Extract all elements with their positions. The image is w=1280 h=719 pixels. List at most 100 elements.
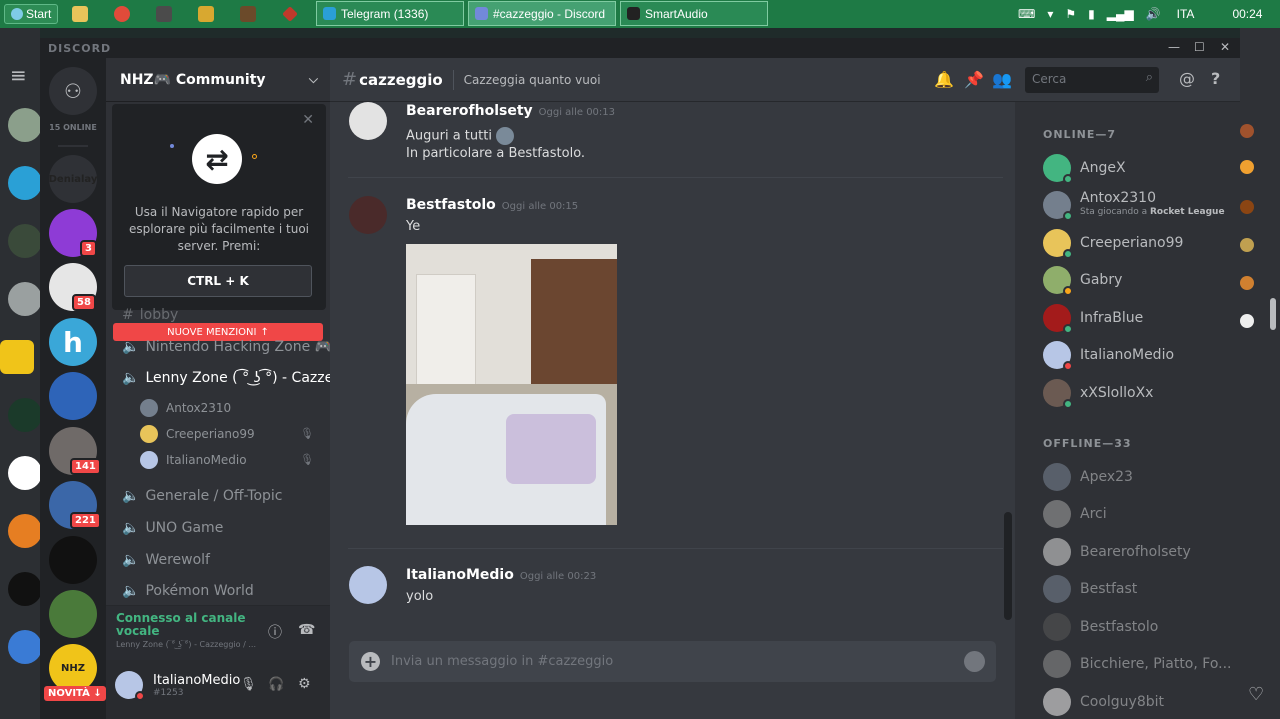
- clock[interactable]: 00:24: [1232, 7, 1262, 21]
- voice-user[interactable]: Antox2310: [140, 399, 231, 417]
- taskbar-window-smartaudio[interactable]: SmartAudio: [620, 1, 768, 26]
- member-item[interactable]: Apex23: [1043, 463, 1133, 491]
- members-icon[interactable]: 👥: [992, 70, 1012, 89]
- message-author[interactable]: Bestfastolo Oggi alle 00:15: [406, 197, 578, 213]
- guild-icon-guild-godfather[interactable]: [49, 536, 97, 584]
- deafen-headphones-icon[interactable]: 🎧: [268, 677, 284, 692]
- author-name: Bearerofholsety: [406, 103, 533, 119]
- member-item[interactable]: Creeperiano99: [1043, 229, 1183, 259]
- battery-icon[interactable]: ▮: [1088, 7, 1095, 21]
- message-line: Ye: [406, 219, 421, 234]
- heart-icon[interactable]: ♡: [1248, 684, 1264, 705]
- member-scrollbar[interactable]: [1270, 298, 1276, 330]
- channel-item-lenny-zone[interactable]: 🔈 Lenny Zone ( ͡° ͜ʖ ͡°) - Cazze...: [122, 370, 347, 386]
- language-indicator[interactable]: ITA: [1177, 7, 1195, 21]
- channel-item-uno-game[interactable]: 🔈 UNO Game: [122, 520, 223, 536]
- shield-app-icon[interactable]: [198, 6, 215, 22]
- guild-icon-guild-blue-mascot[interactable]: [49, 372, 97, 420]
- member-item[interactable]: Bestfast: [1043, 575, 1137, 603]
- speaker-icon: 🔈: [122, 339, 140, 355]
- avatar[interactable]: [349, 566, 387, 604]
- minecraft-icon[interactable]: [240, 6, 257, 22]
- gear-icon[interactable]: ⚙: [298, 676, 311, 692]
- chevron-down-icon[interactable]: ▾: [1047, 7, 1053, 21]
- pin-icon[interactable]: 📌: [964, 70, 984, 89]
- friends-home-button[interactable]: ⚇: [49, 67, 97, 115]
- taskbar-window-label: #cazzeggio - Discord: [493, 6, 606, 21]
- upload-plus-icon[interactable]: +: [361, 652, 380, 671]
- channel-label: lobby: [139, 307, 179, 323]
- guild-icon-guild-nhz[interactable]: NHZ: [49, 644, 97, 692]
- voice-user[interactable]: Creeperiano99: [140, 425, 255, 443]
- member-item[interactable]: ItalianoMedio: [1043, 341, 1174, 371]
- channel-item-werewolf[interactable]: 🔈 Werewolf: [122, 552, 210, 568]
- member-item[interactable]: Bearerofholsety: [1043, 538, 1191, 566]
- red-app-icon[interactable]: [282, 6, 299, 22]
- info-icon[interactable]: ⓘ: [268, 622, 282, 642]
- bell-icon[interactable]: 🔔: [934, 70, 954, 89]
- server-header[interactable]: NHZ🎮 Community ⌵: [106, 58, 330, 102]
- member-item[interactable]: Bestfastolo: [1043, 613, 1158, 641]
- close-window-button[interactable]: ✕: [1220, 40, 1230, 54]
- member-item[interactable]: Bicchiere, Piatto, Fo...: [1043, 650, 1232, 678]
- help-icon[interactable]: ?: [1211, 69, 1220, 88]
- live-icon[interactable]: [156, 6, 173, 22]
- search-input[interactable]: Cerca ⌕: [1025, 67, 1159, 93]
- taskbar-window-discord[interactable]: #cazzeggio - Discord: [468, 1, 616, 26]
- chevron-down-icon: ⌵: [308, 72, 318, 86]
- close-popup-button[interactable]: ✕: [302, 112, 314, 128]
- chat-scrollbar[interactable]: [1004, 512, 1012, 620]
- voice-user[interactable]: ItalianoMedio: [140, 451, 247, 469]
- hamburger-menu-icon[interactable]: ≡: [10, 63, 27, 87]
- new-badge[interactable]: NOVITÀ ↓: [44, 686, 106, 701]
- discord-icon: [475, 7, 488, 20]
- signal-icon[interactable]: ▂▄▆: [1107, 7, 1134, 21]
- member-name: Bicchiere, Piatto, Fo...: [1080, 656, 1232, 672]
- emoji-picker-icon[interactable]: [964, 651, 985, 672]
- background-avatar-icon: [8, 398, 42, 432]
- channel-label: Nintendo Hacking Zone 🎮...: [145, 339, 346, 355]
- chrome-icon[interactable]: [114, 6, 131, 22]
- flag-icon[interactable]: ⚑: [1065, 7, 1076, 21]
- member-item[interactable]: Antox2310 Sta giocando a Rocket League: [1043, 191, 1225, 221]
- maximize-button[interactable]: ☐: [1194, 40, 1205, 54]
- author-name: ItalianoMedio: [406, 567, 514, 583]
- message-author[interactable]: ItalianoMedio Oggi alle 00:23: [406, 567, 596, 583]
- member-name: AngeX: [1080, 160, 1126, 176]
- avatar[interactable]: [349, 102, 387, 140]
- avatar[interactable]: [115, 671, 145, 701]
- channel-label: Lenny Zone ( ͡° ͜ʖ ͡°) - Cazze...: [145, 370, 347, 386]
- message-input[interactable]: + Invia un messaggio in #cazzeggio: [349, 641, 996, 682]
- guild-icon-guild-h[interactable]: h: [49, 318, 97, 366]
- member-item[interactable]: Gabry: [1043, 266, 1122, 296]
- mute-microphone-icon[interactable]: 🎙: [240, 677, 257, 692]
- keyboard-icon[interactable]: ⌨: [1018, 7, 1035, 21]
- channel-item-nintendo-hacking-zone[interactable]: 🔈 Nintendo Hacking Zone 🎮...: [122, 339, 345, 355]
- disconnect-call-icon[interactable]: ☎: [298, 622, 315, 638]
- avatar: [1043, 613, 1071, 641]
- channel-item-generale[interactable]: 🔈 Generale / Off-Topic: [122, 488, 282, 504]
- avatar[interactable]: [349, 196, 387, 234]
- message-author[interactable]: Bearerofholsety Oggi alle 00:13: [406, 103, 615, 119]
- unread-badge: 221: [70, 512, 101, 529]
- member-item[interactable]: InfraBlue: [1043, 304, 1143, 334]
- mentions-at-icon[interactable]: @: [1179, 69, 1195, 88]
- file-explorer-icon[interactable]: [72, 6, 89, 22]
- member-item[interactable]: Coolguy8bit: [1043, 688, 1164, 716]
- member-item[interactable]: Arci: [1043, 500, 1107, 528]
- smartaudio-icon: [627, 7, 640, 20]
- channel-item-pokemon-world[interactable]: 🔈 Pokémon World: [122, 583, 254, 599]
- start-button[interactable]: Start: [4, 4, 59, 24]
- server-name: NHZ🎮 Community: [120, 71, 266, 88]
- speaker-icon[interactable]: 🔊: [1146, 7, 1161, 21]
- member-item[interactable]: AngeX: [1043, 154, 1126, 184]
- taskbar-window-telegram[interactable]: Telegram (1336): [316, 1, 464, 26]
- channel-item-lobby[interactable]: # lobby: [122, 307, 178, 323]
- image-attachment[interactable]: [406, 244, 617, 525]
- guild-icon-guild-minecraft[interactable]: [49, 590, 97, 638]
- background-avatar-icon: [8, 456, 42, 490]
- arrow-up-icon: ↑: [260, 326, 269, 338]
- member-item[interactable]: xXSlolloXx: [1043, 379, 1153, 409]
- minimize-button[interactable]: —: [1168, 40, 1180, 54]
- guild-icon-denialay[interactable]: Denialay: [49, 155, 97, 203]
